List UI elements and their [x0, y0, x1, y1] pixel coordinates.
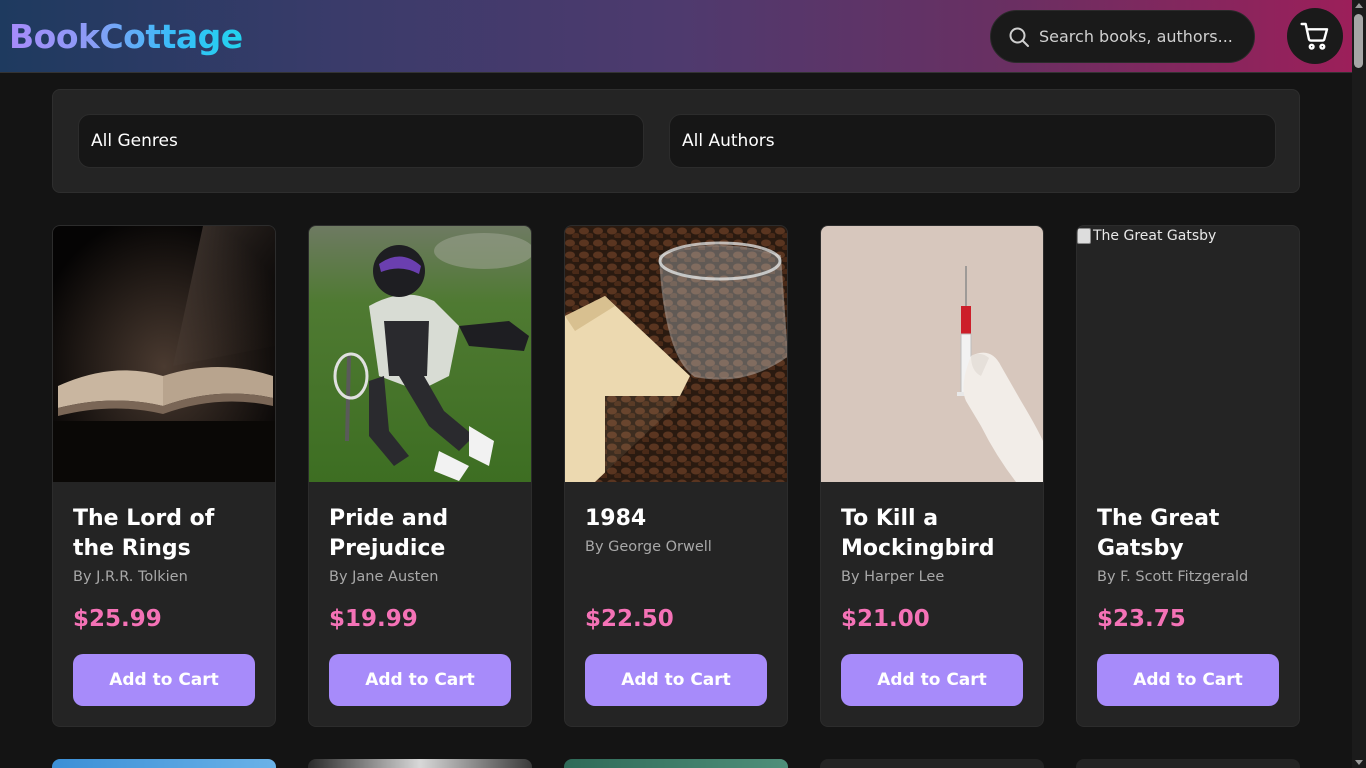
- search-icon: [1009, 27, 1029, 47]
- scrollbar-thumb[interactable]: [1354, 14, 1363, 68]
- search-bar[interactable]: [990, 10, 1255, 63]
- cart-button[interactable]: [1287, 8, 1343, 64]
- book-card-peek[interactable]: [52, 759, 276, 768]
- book-card[interactable]: 1984 By George Orwell $22.50 Add to Cart: [564, 225, 788, 727]
- add-to-cart-button[interactable]: Add to Cart: [841, 654, 1023, 706]
- add-to-cart-button[interactable]: Add to Cart: [329, 654, 511, 706]
- image-alt-text: The Great Gatsby: [1093, 228, 1217, 244]
- filter-panel: All Genres All Authors: [52, 89, 1300, 193]
- book-card-peek[interactable]: [1076, 759, 1300, 768]
- book-author: By J.R.R. Tolkien: [73, 569, 188, 585]
- add-to-cart-button[interactable]: Add to Cart: [1097, 654, 1279, 706]
- book-card[interactable]: To Kill a Mockingbird By Harper Lee $21.…: [820, 225, 1044, 727]
- book-card[interactable]: Pride and Prejudice By Jane Austen $19.9…: [308, 225, 532, 727]
- book-title: To Kill a Mockingbird: [841, 506, 995, 561]
- book-card-peek[interactable]: [564, 759, 788, 768]
- add-to-cart-button[interactable]: Add to Cart: [73, 654, 255, 706]
- book-title: Pride and Prejudice: [329, 506, 449, 561]
- book-author: By Harper Lee: [841, 569, 945, 585]
- book-cover-image[interactable]: The Great Gatsby: [1077, 226, 1299, 482]
- book-cover-image[interactable]: [565, 226, 787, 482]
- book-price: $25.99: [73, 606, 162, 632]
- book-cover-image[interactable]: [309, 226, 531, 482]
- book-price: $22.50: [585, 606, 674, 632]
- book-price: $19.99: [329, 606, 418, 632]
- add-to-cart-button[interactable]: Add to Cart: [585, 654, 767, 706]
- search-input[interactable]: [1039, 27, 1239, 46]
- genre-select[interactable]: All Genres: [78, 114, 644, 168]
- book-title: The Great Gatsby: [1097, 506, 1220, 561]
- author-select[interactable]: All Authors: [669, 114, 1276, 168]
- scrollbar[interactable]: [1352, 0, 1366, 768]
- book-author: By Jane Austen: [329, 569, 439, 585]
- book-cover-image[interactable]: [53, 226, 275, 482]
- book-author: By F. Scott Fitzgerald: [1097, 569, 1249, 585]
- scroll-down-arrow-icon[interactable]: [1355, 760, 1363, 765]
- book-card-peek[interactable]: [820, 759, 1044, 768]
- broken-image-alt: The Great Gatsby: [1077, 228, 1216, 244]
- logo[interactable]: BookCottage: [9, 17, 243, 56]
- book-card[interactable]: The Lord of the Rings By J.R.R. Tolkien …: [52, 225, 276, 727]
- cart-icon: [1300, 22, 1329, 50]
- book-price: $21.00: [841, 606, 930, 632]
- scroll-up-arrow-icon[interactable]: [1355, 3, 1363, 8]
- book-card[interactable]: The Great Gatsby The Great Gatsby By F. …: [1076, 225, 1300, 727]
- book-title: 1984: [585, 506, 647, 531]
- book-cover-image[interactable]: [821, 226, 1043, 482]
- book-author: By George Orwell: [585, 539, 712, 555]
- book-card-peek[interactable]: [308, 759, 532, 768]
- book-price: $23.75: [1097, 606, 1186, 632]
- broken-image-icon: [1077, 228, 1091, 244]
- site-header: BookCottage: [0, 0, 1352, 73]
- book-title: The Lord of the Rings: [73, 506, 215, 561]
